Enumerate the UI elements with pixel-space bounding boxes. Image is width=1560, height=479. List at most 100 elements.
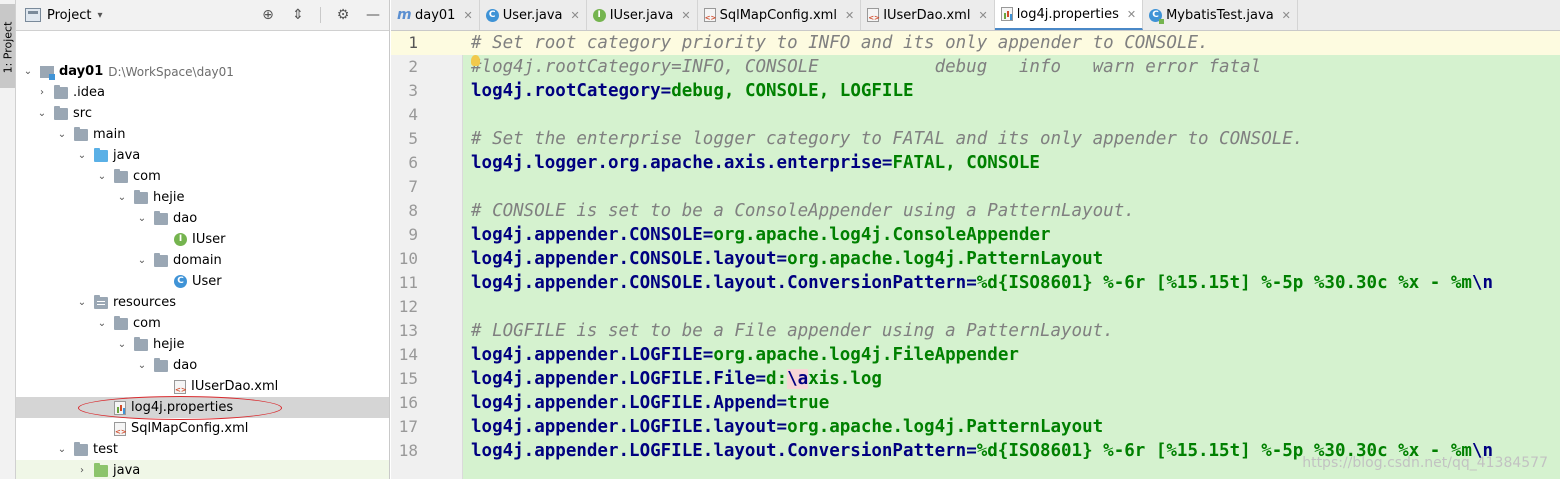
tree-item-test-java[interactable]: › java: [16, 460, 389, 479]
tree-item-src[interactable]: ⌄ src: [16, 103, 389, 124]
project-panel-title[interactable]: Project: [47, 8, 91, 23]
project-panel-header: Project ▾ ⊕ ⇕ ⚙ —: [16, 0, 389, 31]
chevron-down-icon[interactable]: ⌄: [96, 318, 108, 329]
tree-item-main[interactable]: ⌄ main: [16, 124, 389, 145]
hide-panel-icon[interactable]: —: [365, 7, 381, 23]
property-key: log4j.appender.LOGFILE.layout: [471, 417, 777, 437]
tree-item-domain[interactable]: ⌄ domain: [16, 250, 389, 271]
collapse-all-icon[interactable]: ⇕: [290, 7, 306, 23]
chevron-down-icon[interactable]: ⌄: [76, 297, 88, 308]
code-area: 1 2 3 4 5 6 7 8 9 10 11 12 13 14 15 16 1…: [391, 31, 1560, 479]
close-icon[interactable]: ✕: [571, 9, 580, 22]
property-key: log4j.appender.LOGFILE.File: [471, 369, 756, 389]
tree-item-dao-res[interactable]: ⌄ dao: [16, 355, 389, 376]
tree-item-com-res[interactable]: ⌄ com: [16, 313, 389, 334]
tree-item-sqlmapconfig-xml[interactable]: SqlMapConfig.xml: [16, 418, 389, 439]
line-number: 9: [408, 225, 418, 244]
property-key: log4j.rootCategory: [471, 81, 661, 101]
tab-sqlmapconfig-xml[interactable]: SqlMapConfig.xml ✕: [697, 0, 862, 30]
code-line-1: # Set root category priority to INFO and…: [471, 31, 1209, 55]
tree-item-label: java: [113, 148, 141, 163]
chevron-down-icon[interactable]: ⌄: [22, 66, 34, 77]
tab-user-java[interactable]: C User.java ✕: [479, 0, 587, 30]
comment: #log4j.rootCategory=INFO, CONSOLE debug …: [471, 57, 1262, 77]
equals-sign: =: [966, 441, 977, 461]
module-path: D:\WorkSpace\day01: [108, 64, 234, 79]
chevron-down-icon[interactable]: ⌄: [116, 339, 128, 350]
folder-icon: [114, 315, 128, 330]
code-line-15: log4j.appender.LOGFILE.File=d:\axis.log: [471, 367, 882, 391]
tab-day01[interactable]: m day01 ✕: [391, 0, 480, 30]
tree-item-iuserdao-xml[interactable]: IUserDao.xml: [16, 376, 389, 397]
chevron-down-icon[interactable]: ⌄: [76, 150, 88, 161]
tree-item-test[interactable]: ⌄ test: [16, 439, 389, 460]
chevron-down-icon[interactable]: ⌄: [136, 360, 148, 371]
lightbulb-icon[interactable]: [471, 55, 480, 66]
tree-item-label: test: [93, 442, 118, 457]
gear-icon[interactable]: ⚙: [335, 7, 351, 23]
line-number: 16: [398, 393, 418, 412]
code-line-17: log4j.appender.LOGFILE.layout=org.apache…: [471, 415, 1103, 439]
code-line-14: log4j.appender.LOGFILE=org.apache.log4j.…: [471, 343, 1019, 367]
chevron-down-icon[interactable]: ⌄: [36, 108, 48, 119]
property-key: log4j.appender.CONSOLE.layout: [471, 249, 777, 269]
tab-iuserdao-xml[interactable]: IUserDao.xml ✕: [861, 0, 995, 30]
chevron-down-icon[interactable]: ⌄: [136, 255, 148, 266]
equals-sign: =: [776, 249, 788, 269]
chevron-right-icon[interactable]: ›: [36, 87, 48, 98]
tab-iuser-java[interactable]: I IUser.java ✕: [586, 0, 698, 30]
tree-item-idea[interactable]: › .idea: [16, 82, 389, 103]
property-key: log4j.appender.LOGFILE.Append: [471, 393, 777, 413]
chevron-down-icon[interactable]: ⌄: [136, 213, 148, 224]
resources-folder-icon: [94, 294, 108, 309]
locate-icon[interactable]: ⊕: [260, 7, 276, 23]
close-icon[interactable]: ✕: [978, 9, 987, 22]
comment: # LOGFILE is set to be a File appender u…: [471, 321, 1114, 341]
close-icon[interactable]: ✕: [1282, 9, 1291, 22]
tree-item-user[interactable]: C User: [16, 271, 389, 292]
code-editor[interactable]: # Set root category priority to INFO and…: [463, 31, 1560, 479]
equals-sign: =: [755, 369, 767, 389]
close-icon[interactable]: ✕: [463, 9, 472, 22]
project-tool-tab[interactable]: 1: Project: [0, 4, 15, 88]
tab-mybatistest-java[interactable]: C MybatisTest.java ✕: [1143, 0, 1298, 30]
line-number: 8: [408, 201, 418, 220]
tree-item-resources[interactable]: ⌄ resources: [16, 292, 389, 313]
tree-item-dao[interactable]: ⌄ dao: [16, 208, 389, 229]
line-number: 17: [398, 417, 418, 436]
xml-file-icon: [703, 8, 716, 22]
equals-sign: =: [702, 345, 714, 365]
property-value: d:: [766, 369, 788, 389]
chevron-right-icon[interactable]: ›: [76, 465, 88, 476]
tree-item-java[interactable]: ⌄ java: [16, 145, 389, 166]
watermark: https://blog.csdn.net/qq_41384577: [1302, 455, 1548, 471]
tree-item-label: dao: [173, 211, 198, 226]
tab-label: day01: [415, 7, 456, 23]
close-icon[interactable]: ✕: [1127, 8, 1136, 21]
chevron-down-icon[interactable]: ⌄: [116, 192, 128, 203]
chevron-down-icon[interactable]: ⌄: [56, 129, 68, 140]
line-number: 12: [398, 297, 418, 316]
project-panel: Project ▾ ⊕ ⇕ ⚙ — ⌄ day01 D:\WorkSpace\d…: [16, 0, 390, 479]
tree-item-hejie-res[interactable]: ⌄ hejie: [16, 334, 389, 355]
chevron-down-icon[interactable]: ⌄: [96, 171, 108, 182]
toolbar-divider: [320, 7, 321, 23]
close-icon[interactable]: ✕: [845, 9, 854, 22]
property-value: xis.log: [808, 369, 882, 389]
line-number: 15: [398, 369, 418, 388]
tree-item-iuser[interactable]: I IUser: [16, 229, 389, 250]
close-icon[interactable]: ✕: [681, 9, 690, 22]
tree-item-hejie[interactable]: ⌄ hejie: [16, 187, 389, 208]
code-line-5: # Set the enterprise logger category to …: [471, 127, 1303, 151]
property-value: org.apache.log4j.ConsoleAppender: [713, 225, 1051, 245]
package-icon: [114, 168, 128, 183]
line-number-gutter: 1 2 3 4 5 6 7 8 9 10 11 12 13 14 15 16 1…: [391, 31, 463, 479]
chevron-down-icon[interactable]: ⌄: [56, 444, 68, 455]
tree-item-com[interactable]: ⌄ com: [16, 166, 389, 187]
chevron-down-icon[interactable]: ▾: [97, 10, 102, 21]
tab-log4j-properties[interactable]: log4j.properties ✕: [994, 0, 1144, 30]
tool-window-stripe: 1: Project: [0, 0, 16, 479]
tree-item-day01[interactable]: ⌄ day01 D:\WorkSpace\day01: [16, 61, 389, 82]
comment: # CONSOLE is set to be a ConsoleAppender…: [471, 201, 1135, 221]
tree-item-log4j-properties[interactable]: log4j.properties: [16, 397, 389, 418]
